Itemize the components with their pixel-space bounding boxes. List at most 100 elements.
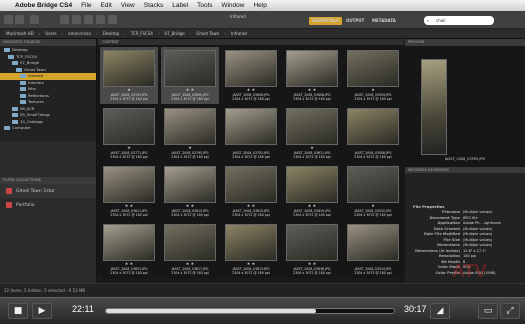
camera-icon[interactable] bbox=[60, 15, 69, 24]
rating-stars[interactable]: ★ bbox=[344, 88, 402, 92]
fullscreen-icon[interactable]: ⤢ bbox=[500, 303, 520, 319]
breadcrumb-item[interactable]: amanriman bbox=[68, 31, 91, 36]
thumbnail-cell[interactable]: ★ ★ JASST_2008_03606.JPG 2304 x 3072 @ 180… bbox=[222, 47, 280, 104]
rating-stars[interactable]: ★ ★ bbox=[283, 88, 341, 92]
collection-label: Ghost Town 1star bbox=[16, 188, 55, 194]
rating-stars[interactable]: ★ ★ bbox=[161, 88, 219, 92]
thumbnail-cell[interactable]: ★ JASST_2008_03771.JPG 2304 x 3072 @ 180 p… bbox=[100, 105, 158, 162]
thumbnail-cell[interactable]: ★ ★ JASST_2008_03817.JPG 2304 x 3072 @ 180… bbox=[161, 221, 219, 278]
forward-button[interactable] bbox=[15, 15, 24, 24]
rating-stars[interactable]: ★ bbox=[100, 146, 158, 150]
rating-stars[interactable]: ★ bbox=[283, 146, 341, 150]
menu-edit[interactable]: Edit bbox=[101, 2, 112, 9]
preview-panel: PREVIEW JASST_2008_03595.JPG bbox=[405, 39, 525, 167]
thumbnail-dimensions: 2304 x 3072 @ 180 ppi bbox=[110, 155, 148, 159]
breadcrumb: Macintosh HD › Users › amanriman › Desktop ›… bbox=[0, 29, 525, 39]
thumbnail-cell[interactable]: ★ JASST_2008_03611.JPG 2304 x 3072 @ 180 p… bbox=[283, 105, 341, 162]
tree-item-label: Computer bbox=[12, 125, 31, 130]
thumbnail-cell[interactable]: ★ ★ JASST_2008_03611.JPG 2304 x 3072 @ 180… bbox=[100, 163, 158, 220]
thumbnail-cell[interactable]: JASST_2008_03556.JPG 2304 x 3072 @ 180 pp… bbox=[344, 105, 402, 162]
collections-tab[interactable]: FILTER COLLECTIONS bbox=[0, 177, 96, 184]
breadcrumb-item[interactable]: TCP_FSCS4 bbox=[131, 31, 153, 36]
menu-label[interactable]: Label bbox=[172, 2, 188, 9]
thumbnail-cell[interactable]: ★ ★ JASST_2008_03819.JPG 2304 x 3072 @ 180… bbox=[283, 163, 341, 220]
rotate-left-button[interactable] bbox=[96, 15, 105, 24]
menu-tools[interactable]: Tools bbox=[197, 2, 212, 9]
breadcrumb-item[interactable]: Users bbox=[45, 31, 56, 36]
rating-stars[interactable]: ★ ★ bbox=[161, 204, 219, 208]
thumbnail-cell[interactable]: ★ JASST_2008_03193.JPG 2304 x 3072 @ 180 p… bbox=[100, 47, 158, 104]
thumbnail-cell[interactable]: ★ ★ JASST_2008_03815.JPG 2304 x 3072 @ 180… bbox=[222, 163, 280, 220]
folders-tab[interactable]: FAVORITES FOLDERS bbox=[0, 39, 96, 46]
thumbnail-cell[interactable]: ★ ★ JASST_2008_03812.JPG 2304 x 3072 @ 180… bbox=[161, 163, 219, 220]
workspace-output[interactable]: OUTPUT bbox=[343, 17, 367, 25]
seek-slider[interactable] bbox=[105, 308, 395, 314]
workspace-metadata[interactable]: METADATA bbox=[369, 17, 399, 25]
play-icon[interactable]: ▶ bbox=[32, 303, 52, 319]
open-in-camera-raw-button[interactable] bbox=[84, 15, 93, 24]
collection-icon bbox=[6, 202, 12, 208]
thumbnail-dimensions: 2304 x 3072 @ 180 ppi bbox=[354, 213, 392, 217]
thumbnail-cell[interactable]: JASST_2008_03702.JPG 2304 x 3072 @ 180 pp… bbox=[222, 105, 280, 162]
rating-stars[interactable] bbox=[344, 146, 402, 150]
thumbnail-cell[interactable]: ★ JASST_2008_03559.JPG 2304 x 3072 @ 180 p… bbox=[344, 47, 402, 104]
rating-stars[interactable]: ★ ★ bbox=[100, 262, 158, 266]
thumbnail-dimensions: 2304 x 3072 @ 180 ppi bbox=[110, 97, 148, 101]
stop-icon[interactable]: ■ bbox=[8, 303, 28, 319]
thumbnail-dimensions: 2304 x 3072 @ 180 ppi bbox=[354, 271, 392, 275]
collection-item[interactable]: Portfolio bbox=[0, 198, 96, 212]
rating-stars[interactable]: ★ ★ bbox=[222, 204, 280, 208]
rating-stars[interactable]: ★ ★ bbox=[222, 262, 280, 266]
menu-help[interactable]: Help bbox=[253, 2, 266, 9]
collection-item[interactable]: Ghost Town 1star bbox=[0, 184, 96, 198]
rating-stars[interactable]: ★ bbox=[161, 146, 219, 150]
rating-stars[interactable]: ★ bbox=[344, 204, 402, 208]
rating-stars[interactable] bbox=[344, 262, 402, 266]
current-time: 22:11 bbox=[72, 304, 94, 314]
search-input[interactable]: ⌕ chair bbox=[424, 16, 494, 25]
rating-stars[interactable]: ★ ★ bbox=[283, 262, 341, 266]
preview-tab[interactable]: PREVIEW bbox=[405, 39, 525, 46]
rotate-right-button[interactable] bbox=[108, 15, 117, 24]
tree-item[interactable]: Computer bbox=[0, 125, 96, 132]
menu-window[interactable]: Window bbox=[221, 2, 244, 9]
back-button[interactable] bbox=[4, 15, 13, 24]
rating-stars[interactable]: ★ ★ bbox=[283, 204, 341, 208]
thumbnail-cell[interactable]: ★ JASST_2008_03795.JPG 2304 x 3072 @ 180 p… bbox=[161, 105, 219, 162]
menu-view[interactable]: View bbox=[121, 2, 135, 9]
thumbnail-dimensions: 2304 x 3072 @ 180 ppi bbox=[232, 271, 270, 275]
preview-image[interactable] bbox=[421, 59, 447, 155]
thumbnail-cell[interactable]: ★ ★ JASST_2008_03853.JPG 2304 x 3072 @ 180… bbox=[100, 221, 158, 278]
workspace-essentials[interactable]: ESSENTIALS bbox=[309, 17, 343, 25]
menu-file[interactable]: File bbox=[81, 2, 91, 9]
thumbnail-image bbox=[103, 224, 155, 261]
thumbnail-cell[interactable]: ★ ★ JASST_2008_03813.JPG 2304 x 3072 @ 180… bbox=[222, 221, 280, 278]
refine-button[interactable] bbox=[72, 15, 81, 24]
rating-stars[interactable]: ★ bbox=[100, 88, 158, 92]
breadcrumb-item[interactable]: Macintosh HD bbox=[6, 31, 34, 36]
folder-icon bbox=[12, 61, 18, 66]
breadcrumb-item[interactable]: Ghost Town bbox=[196, 31, 219, 36]
menu-stacks[interactable]: Stacks bbox=[144, 2, 164, 9]
thumbnail-image bbox=[164, 108, 216, 145]
file-properties-header[interactable]: File Properties bbox=[405, 203, 525, 210]
seek-progress bbox=[106, 309, 317, 313]
rating-stars[interactable]: ★ ★ bbox=[222, 88, 280, 92]
thumbnail-cell[interactable]: ★ ★ JASST_2008_03608.JPG 2304 x 3072 @ 180… bbox=[283, 47, 341, 104]
thumbnail-cell[interactable]: ★ JASST_2008_03520.JPG 2304 x 3072 @ 180 p… bbox=[344, 163, 402, 220]
thumbnail-cell[interactable]: ★ ★ JASST_2008_03600.JPG 2304 x 3072 @ 180… bbox=[161, 47, 219, 104]
folder-button[interactable] bbox=[30, 15, 39, 24]
rating-stars[interactable] bbox=[222, 146, 280, 150]
thumbnail-image bbox=[103, 50, 155, 87]
search-value: chair bbox=[436, 18, 446, 23]
rating-stars[interactable]: ★ ★ bbox=[100, 204, 158, 208]
breadcrumb-item[interactable]: Infrared bbox=[231, 31, 247, 36]
breadcrumb-item[interactable]: 07_Bridge bbox=[165, 31, 185, 36]
thumbnail-cell[interactable]: JASST_2008_03534.JPG 2304 x 3072 @ 180 pp… bbox=[344, 221, 402, 278]
captions-icon[interactable]: ▭ bbox=[478, 303, 498, 319]
rating-stars[interactable]: ★ ★ bbox=[161, 262, 219, 266]
volume-icon[interactable]: ◢ bbox=[430, 303, 450, 319]
breadcrumb-item[interactable]: Desktop bbox=[103, 31, 120, 36]
thumbnail-cell[interactable]: ★ ★ JASST_2008_03838.JPG 2304 x 3072 @ 180… bbox=[283, 221, 341, 278]
app-menu[interactable]: Adobe Bridge CS4 bbox=[15, 2, 72, 9]
